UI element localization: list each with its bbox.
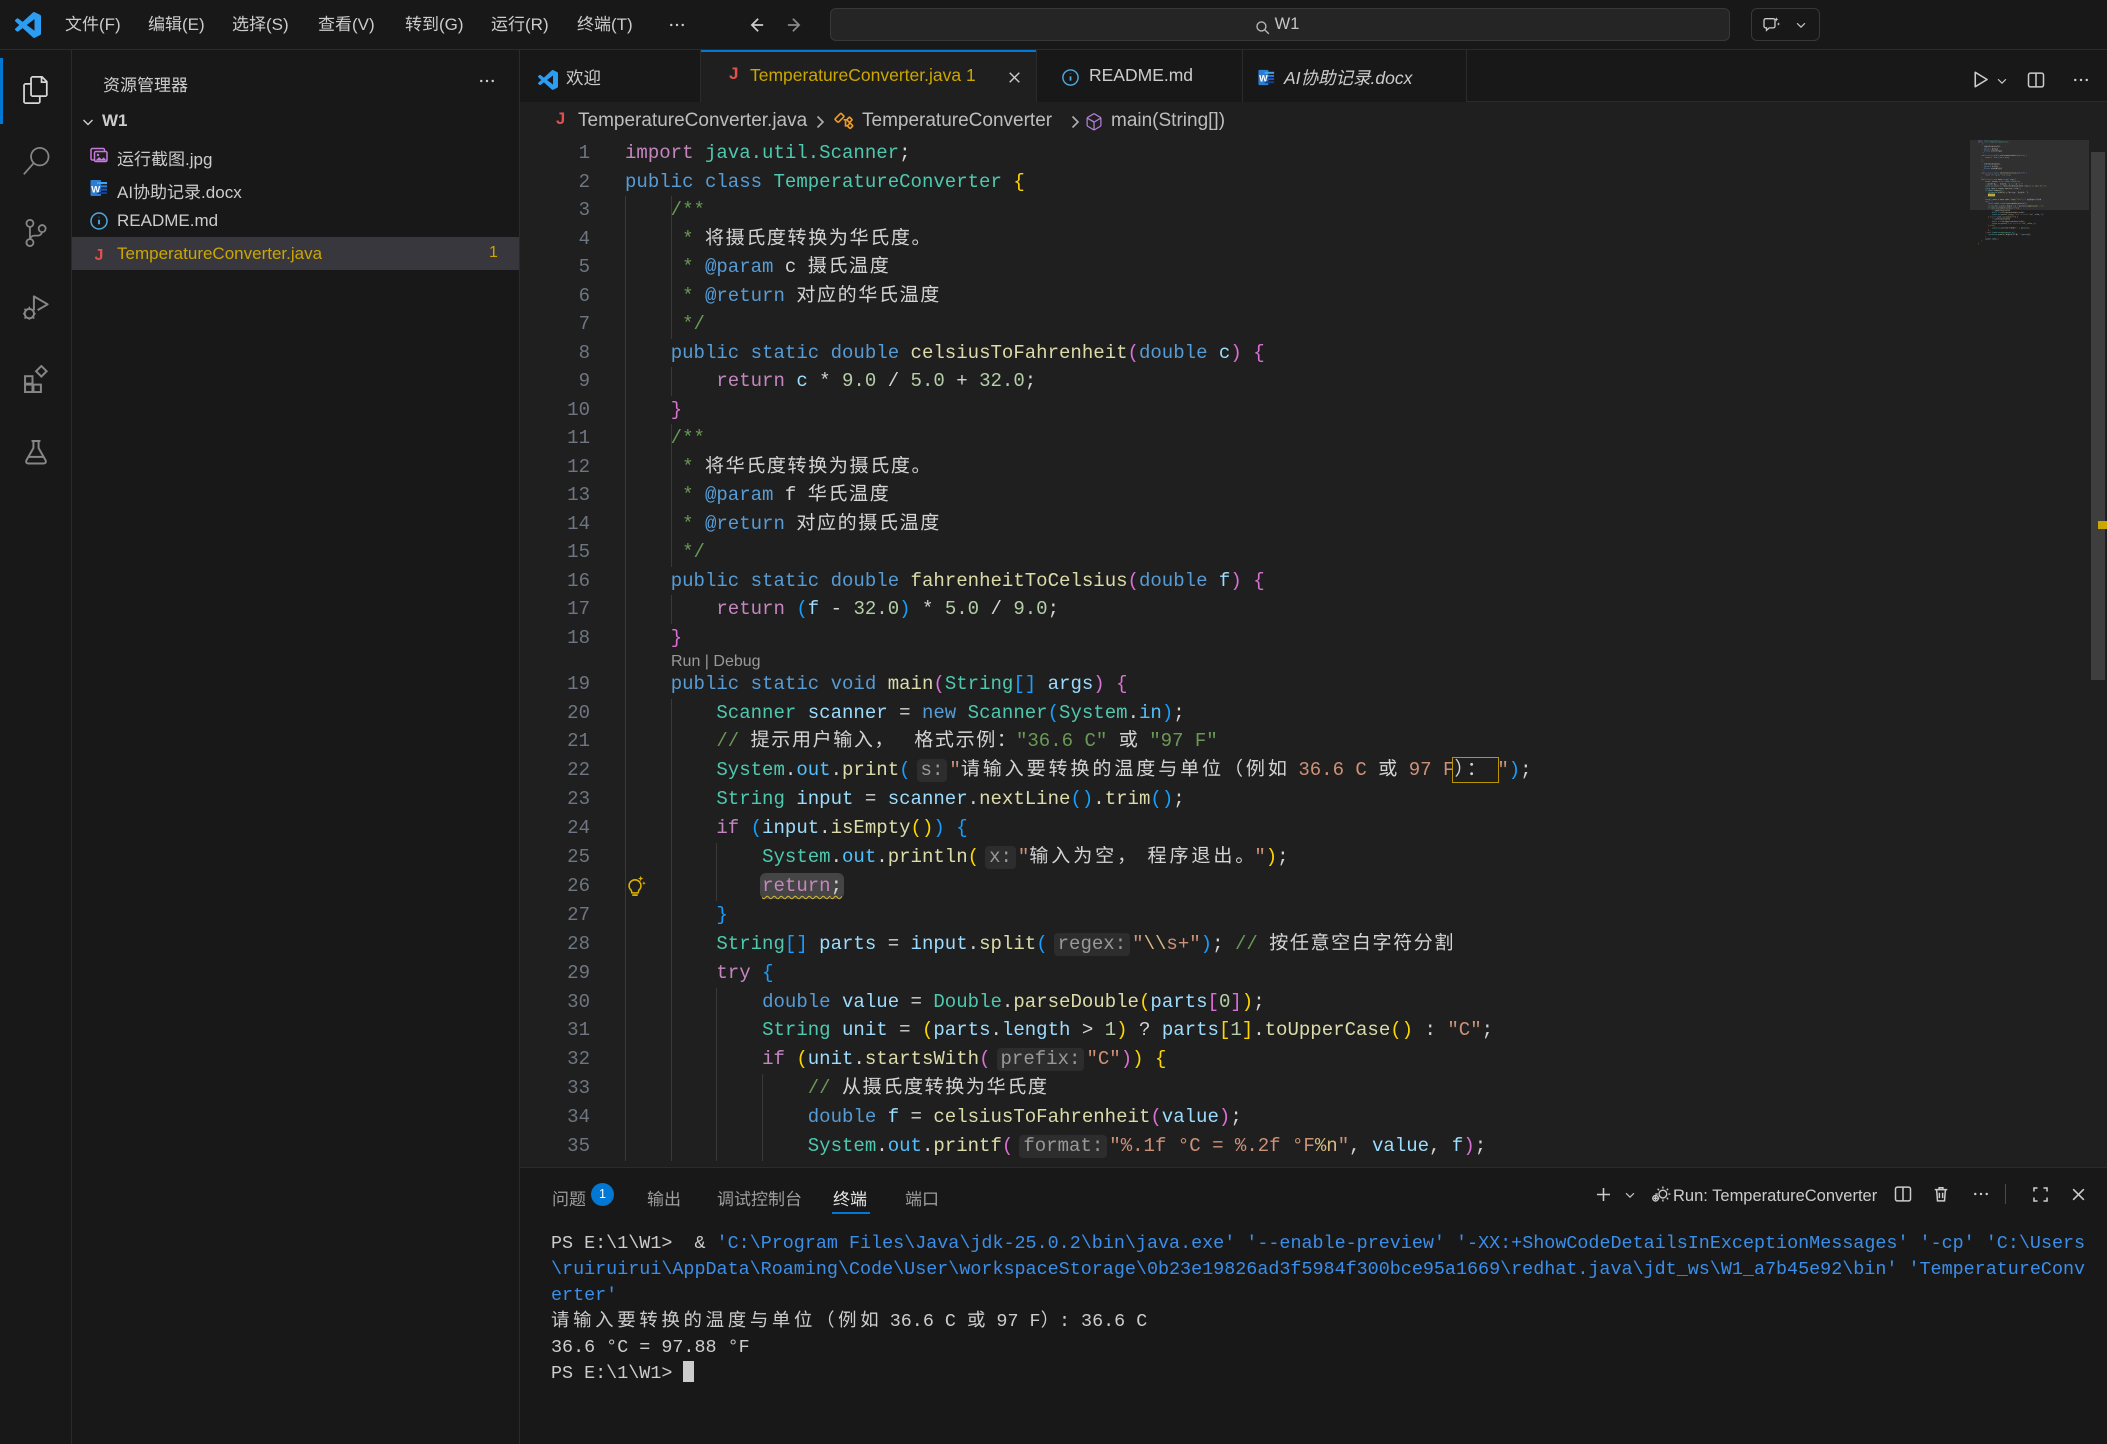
svg-text:W: W	[91, 184, 100, 195]
svg-text:W: W	[1259, 74, 1268, 84]
svg-text:J: J	[95, 247, 104, 264]
